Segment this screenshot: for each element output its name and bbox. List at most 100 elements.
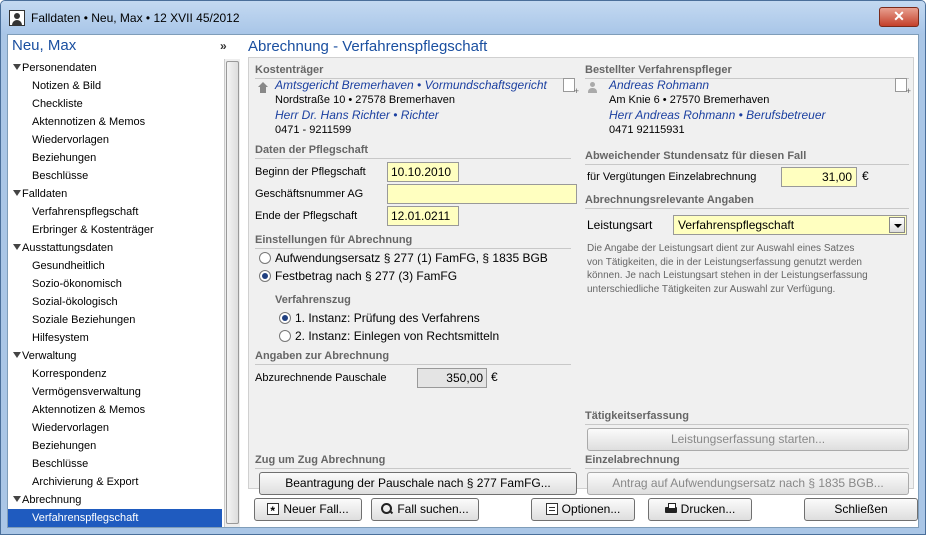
scrollbar-thumb[interactable]: [226, 61, 239, 524]
sidebar: Neu, Max » Personendaten Notizen & Bild Ch…: [8, 35, 227, 527]
new-case-icon: [267, 501, 280, 522]
radio-festbetrag[interactable]: [259, 270, 271, 282]
pauschale-label: Abzurechnende Pauschale: [255, 372, 387, 384]
footer-toolbar: Neuer Fall... Fall suchen... Optionen...…: [244, 493, 918, 527]
sidebar-item[interactable]: Sozial-ökologisch: [8, 293, 222, 311]
sidebar-item[interactable]: Archivierung & Export: [8, 473, 222, 491]
client-area: Neu, Max » Personendaten Notizen & Bild Ch…: [7, 34, 919, 528]
section-stundensatz: Abweichender Stundensatz für diesen Fall: [585, 150, 910, 165]
sidebar-item[interactable]: Wiedervorlagen: [8, 419, 222, 437]
aktenzeichen-label: Geschäftsnummer AG: [255, 188, 364, 200]
sidebar-item[interactable]: Hilfesystem: [8, 329, 222, 347]
sidebar-group[interactable]: Ausstattungsdaten: [8, 239, 222, 257]
chevron-down-icon[interactable]: [889, 217, 905, 233]
pfleger-address: Am Knie 6 • 27570 Bremerhaven: [609, 94, 770, 106]
beginn-input[interactable]: 10.10.2010: [387, 162, 459, 182]
option-aufwendungsersatz-label: Aufwendungsersatz § 277 (1) FamFG, § 183…: [275, 251, 548, 265]
section-einzel: Einzelabrechnung: [585, 454, 909, 469]
sidebar-header: Neu, Max »: [8, 35, 240, 59]
leistungsart-hint: Die Angabe der Leistungsart dient zur Au…: [587, 242, 907, 296]
radio-aufwendungsersatz[interactable]: [259, 252, 271, 264]
sidebar-group[interactable]: Verwaltung: [8, 347, 222, 365]
aktenzeichen-input[interactable]: [387, 184, 577, 204]
section-angaben: Angaben zur Abrechnung: [255, 350, 572, 365]
close-button[interactable]: Schließen: [804, 498, 918, 521]
section-taetigkeit: Tätigkeitserfassung: [585, 410, 909, 425]
sidebar-item[interactable]: Korrespondenz: [8, 365, 222, 383]
printer-icon: [664, 503, 677, 515]
leistungsart-select[interactable]: Verfahrenspflegschaft: [673, 215, 907, 235]
options-icon: [545, 503, 558, 515]
title-bar[interactable]: Falldaten • Neu, Max • 12 XVII 45/2012 ✕: [1, 1, 925, 34]
sidebar-item[interactable]: Checkliste: [8, 95, 222, 113]
section-zugumzug: Zug um Zug Abrechnung: [255, 454, 572, 469]
building-icon: [257, 82, 269, 94]
window-title: Falldaten • Neu, Max • 12 XVII 45/2012: [31, 11, 240, 25]
hint-line: unterschiedliche Tätigkeiten zur Auswahl…: [587, 283, 836, 295]
sidebar-item[interactable]: Verfahrenspflegschaft: [8, 203, 222, 221]
print-button[interactable]: Drucken...: [648, 498, 752, 521]
kostentraeger-name-link[interactable]: Amtsgericht Bremerhaven • Vormundschafts…: [275, 78, 547, 92]
search-case-button[interactable]: Fall suchen...: [371, 498, 479, 521]
kostentraeger-contact-link[interactable]: Herr Dr. Hans Richter • Richter: [275, 108, 439, 122]
pauschale-beantragen-button[interactable]: Beantragung der Pauschale nach § 277 Fam…: [259, 472, 577, 495]
leistungsart-selected-value: Verfahrenspflegschaft: [678, 218, 795, 232]
pfleger-select-icon[interactable]: [895, 78, 911, 96]
person-icon: [587, 82, 598, 93]
sidebar-item[interactable]: Notizen & Bild: [8, 77, 222, 95]
sidebar-item[interactable]: Beschlüsse: [8, 167, 222, 185]
radio-instanz-2[interactable]: [279, 330, 291, 342]
section-verfahrenspfleger: Bestellter Verfahrenspfleger: [585, 64, 909, 79]
main-content: Abrechnung - Verfahrenspflegschaft Koste…: [244, 35, 918, 527]
options-button[interactable]: Optionen...: [531, 498, 635, 521]
new-case-label: Neuer Fall...: [283, 502, 349, 516]
leistungserfassung-button[interactable]: Leistungserfassung starten...: [587, 428, 909, 451]
sidebar-scrollbar[interactable]: [224, 59, 240, 527]
pfleger-name-link[interactable]: Andreas Rohmann: [609, 78, 709, 92]
pfleger-contact-link[interactable]: Herr Andreas Rohmann • Berufsbetreuer: [609, 108, 826, 122]
aufwendungsersatz-button[interactable]: Antrag auf Aufwendungsersatz nach § 1835…: [587, 472, 909, 495]
sidebar-group[interactable]: Abrechnung: [8, 491, 222, 509]
sidebar-item[interactable]: Erbringer & Kostenträger: [8, 221, 222, 239]
page-title: Abrechnung - Verfahrenspflegschaft: [248, 38, 488, 55]
print-label: Drucken...: [680, 502, 736, 516]
radio-instanz-1[interactable]: [279, 312, 291, 324]
stundensatz-input[interactable]: 31,00: [781, 167, 857, 187]
collapse-chevron-icon[interactable]: »: [220, 39, 227, 53]
stundensatz-label: für Vergütungen Einzelabrechnung: [587, 171, 757, 183]
ende-input[interactable]: 12.01.0211: [387, 206, 459, 226]
instanz-2-label: 2. Instanz: Einlegen von Rechtsmitteln: [295, 329, 500, 343]
sidebar-group[interactable]: Falldaten: [8, 185, 222, 203]
hint-line: Die Angabe der Leistungsart dient zur Au…: [587, 243, 855, 254]
close-window-button[interactable]: ✕: [879, 7, 919, 27]
verfahrenszug-heading: Verfahrenszug: [275, 294, 351, 306]
pauschale-currency: €: [491, 370, 498, 384]
new-case-button[interactable]: Neuer Fall...: [254, 498, 362, 522]
options-label: Optionen...: [561, 502, 621, 516]
sidebar-item[interactable]: Aktennotizen & Memos: [8, 113, 222, 131]
sidebar-item[interactable]: Beziehungen: [8, 149, 222, 167]
sidebar-group[interactable]: Personendaten: [8, 59, 222, 77]
sidebar-item[interactable]: Gesundheitlich: [8, 257, 222, 275]
beginn-label: Beginn der Pflegschaft: [255, 166, 366, 178]
pauschale-value: 350,00: [417, 368, 487, 388]
kostentraeger-phone: 0471 - 9211599: [275, 124, 352, 136]
sidebar-item[interactable]: Beziehungen: [8, 437, 222, 455]
sidebar-item[interactable]: Beschlüsse: [8, 455, 222, 473]
section-pflegschaft: Daten der Pflegschaft: [255, 144, 572, 159]
sidebar-item[interactable]: Wiedervorlagen: [8, 131, 222, 149]
sidebar-item[interactable]: Aktennotizen & Memos: [8, 401, 222, 419]
sidebar-item[interactable]: Sozio-ökonomisch: [8, 275, 222, 293]
option-festbetrag-label: Festbetrag nach § 277 (3) FamFG: [275, 269, 458, 283]
form-panel: Kostenträger Amtsgericht Bremerhaven • V…: [248, 57, 914, 495]
sidebar-item[interactable]: Soziale Beziehungen: [8, 311, 222, 329]
leistungsart-label: Leistungsart: [587, 218, 653, 232]
section-einstellungen: Einstellungen für Abrechnung: [255, 234, 572, 249]
sidebar-item[interactable]: Vermögensverwaltung: [8, 383, 222, 401]
sidebar-item[interactable]: Verfahrenspflegschaft: [8, 509, 222, 527]
sidebar-title: Neu, Max: [12, 37, 77, 54]
kostentraeger-select-icon[interactable]: [563, 78, 579, 96]
person-app-icon: [9, 10, 25, 26]
kostentraeger-address: Nordstraße 10 • 27578 Bremerhaven: [275, 94, 455, 106]
stundensatz-currency: €: [862, 169, 869, 183]
